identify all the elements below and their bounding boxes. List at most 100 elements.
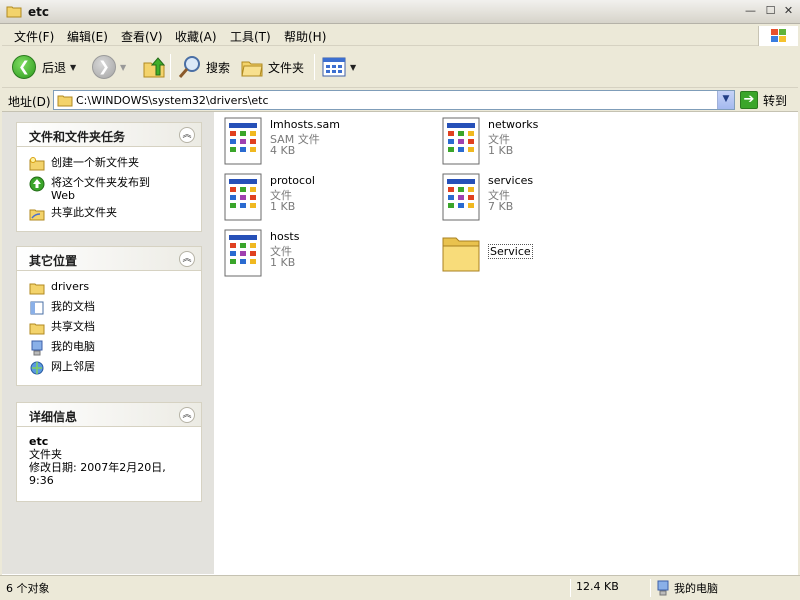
folders-icon: [241, 61, 263, 77]
document-icon: [224, 229, 262, 277]
place-my-documents[interactable]: 我的文档: [17, 298, 201, 318]
back-arrow-icon: ❮: [12, 55, 36, 79]
other-places-title: 其它位置: [29, 254, 78, 268]
chevron-down-icon[interactable]: ▼: [70, 63, 76, 72]
publish-web-icon: [29, 176, 45, 192]
tasks-panel-title: 文件和文件夹任务: [29, 130, 126, 144]
file-size: 7 KB: [488, 200, 514, 213]
up-folder-button[interactable]: [142, 53, 166, 81]
tasks-panel: 文件和文件夹任务 ︽ 创建一个新文件夹 将这个文件夹发布到 Web 共享此文件夹: [16, 122, 202, 232]
file-item[interactable]: lmhosts.sam SAM 文件 4 KB: [222, 116, 432, 168]
file-size: 4 KB: [270, 144, 296, 157]
views-button[interactable]: ▼: [322, 53, 356, 81]
document-icon: [442, 173, 480, 221]
file-name: networks: [488, 118, 539, 131]
place-drivers[interactable]: drivers: [17, 278, 201, 298]
forward-button[interactable]: ❯ ▼: [92, 53, 126, 81]
chevron-down-icon[interactable]: ▼: [120, 63, 126, 72]
file-name: protocol: [270, 174, 315, 187]
address-label: 地址(D): [8, 95, 51, 109]
chevron-down-icon[interactable]: ▼: [350, 63, 356, 72]
details-modified: 修改日期: 2007年2月20日, 9:36: [29, 461, 166, 487]
menu-bar: 文件(F) 编辑(E) 查看(V) 收藏(A) 工具(T) 帮助(H): [0, 24, 800, 46]
folder-icon: [57, 95, 73, 107]
collapse-icon[interactable]: ︽: [179, 127, 195, 143]
toolbar: ❮ 后退 ▼ ❯ ▼ 搜索 文件夹 ▼: [0, 46, 800, 88]
go-label: 转到: [763, 93, 788, 108]
folder-icon: [6, 6, 22, 18]
file-name: lmhosts.sam: [270, 118, 340, 131]
task-label: 共享此文件夹: [51, 206, 117, 219]
status-size: 12.4 KB: [576, 580, 619, 593]
task-share-folder[interactable]: 共享此文件夹: [17, 204, 201, 224]
details-type: 文件夹: [29, 448, 62, 461]
back-button[interactable]: ❮ 后退 ▼: [12, 53, 76, 81]
toolbar-divider: [314, 54, 315, 80]
close-button[interactable]: ✕: [780, 4, 797, 19]
other-places-header[interactable]: 其它位置 ︽: [17, 247, 201, 271]
menu-edit[interactable]: 编辑(E): [67, 28, 108, 45]
task-publish-web[interactable]: 将这个文件夹发布到 Web: [17, 174, 201, 204]
minimize-button[interactable]: —: [742, 4, 759, 19]
address-input[interactable]: C:\WINDOWS\system32\drivers\etc ▼: [53, 90, 735, 110]
file-item[interactable]: protocol 文件 1 KB: [222, 172, 432, 224]
tasks-panel-header[interactable]: 文件和文件夹任务 ︽: [17, 123, 201, 147]
folders-button[interactable]: 文件夹: [240, 53, 304, 81]
place-my-computer[interactable]: 我的电脑: [17, 338, 201, 358]
status-location: 我的电脑: [674, 582, 718, 595]
details-name: etc: [29, 435, 49, 448]
file-size: 1 KB: [488, 144, 514, 157]
task-new-folder[interactable]: 创建一个新文件夹: [17, 154, 201, 174]
menu-tools[interactable]: 工具(T): [230, 28, 271, 45]
place-label: drivers: [51, 280, 90, 293]
folder-icon: [29, 323, 45, 335]
computer-icon: [31, 340, 43, 356]
details-panel: 详细信息 ︽ etc 文件夹 修改日期: 2007年2月20日, 9:36: [16, 402, 202, 502]
details-panel-header[interactable]: 详细信息 ︽: [17, 403, 201, 427]
file-item[interactable]: networks 文件 1 KB: [440, 116, 650, 168]
file-list: lmhosts.sam SAM 文件 4 KB networks 文件 1 KB…: [214, 112, 798, 574]
folder-icon: [29, 283, 45, 295]
menu-file[interactable]: 文件(F): [14, 28, 54, 45]
task-label: 将这个文件夹发布到 Web: [51, 176, 150, 202]
search-button[interactable]: 搜索: [178, 53, 230, 81]
go-button[interactable]: ➔ 转到: [740, 90, 787, 110]
status-divider: [650, 579, 651, 597]
collapse-icon[interactable]: ︽: [179, 251, 195, 267]
menu-view[interactable]: 查看(V): [121, 28, 163, 45]
title-bar[interactable]: etc — ☐ ✕: [0, 0, 800, 24]
new-folder-icon: [29, 157, 45, 171]
place-label: 网上邻居: [51, 360, 95, 373]
my-documents-icon: [30, 301, 44, 315]
windows-logo-icon: [758, 26, 798, 46]
maximize-button[interactable]: ☐: [762, 4, 779, 19]
file-size: 1 KB: [270, 256, 296, 269]
status-bar: 6 个对象 12.4 KB 我的电脑: [0, 575, 800, 600]
file-item[interactable]: services 文件 7 KB: [440, 172, 650, 224]
other-places-panel: 其它位置 ︽ drivers 我的文档 共享文档 我的电脑 网上邻居: [16, 246, 202, 386]
task-label: 创建一个新文件夹: [51, 156, 139, 169]
place-shared-documents[interactable]: 共享文档: [17, 318, 201, 338]
address-bar: 地址(D) C:\WINDOWS\system32\drivers\etc ▼ …: [0, 88, 800, 112]
forward-arrow-icon: ❯: [92, 55, 116, 79]
toolbar-divider: [170, 54, 171, 80]
folder-item[interactable]: Service: [440, 228, 650, 280]
document-icon: [442, 117, 480, 165]
file-name: hosts: [270, 230, 300, 243]
address-value: C:\WINDOWS\system32\drivers\etc: [76, 94, 269, 107]
search-label: 搜索: [206, 60, 231, 75]
menu-help[interactable]: 帮助(H): [284, 28, 326, 45]
file-item[interactable]: hosts 文件 1 KB: [222, 228, 432, 280]
views-icon: [322, 57, 346, 77]
file-name: services: [488, 174, 534, 187]
address-dropdown-button[interactable]: ▼: [717, 91, 734, 109]
collapse-icon[interactable]: ︽: [179, 407, 195, 423]
back-label: 后退: [42, 60, 67, 75]
search-icon: [178, 56, 200, 78]
menu-favorites[interactable]: 收藏(A): [175, 28, 217, 45]
place-label: 共享文档: [51, 320, 95, 333]
folder-icon: [442, 237, 480, 272]
place-network[interactable]: 网上邻居: [17, 358, 201, 378]
computer-icon: [657, 580, 669, 596]
status-divider: [570, 579, 571, 597]
